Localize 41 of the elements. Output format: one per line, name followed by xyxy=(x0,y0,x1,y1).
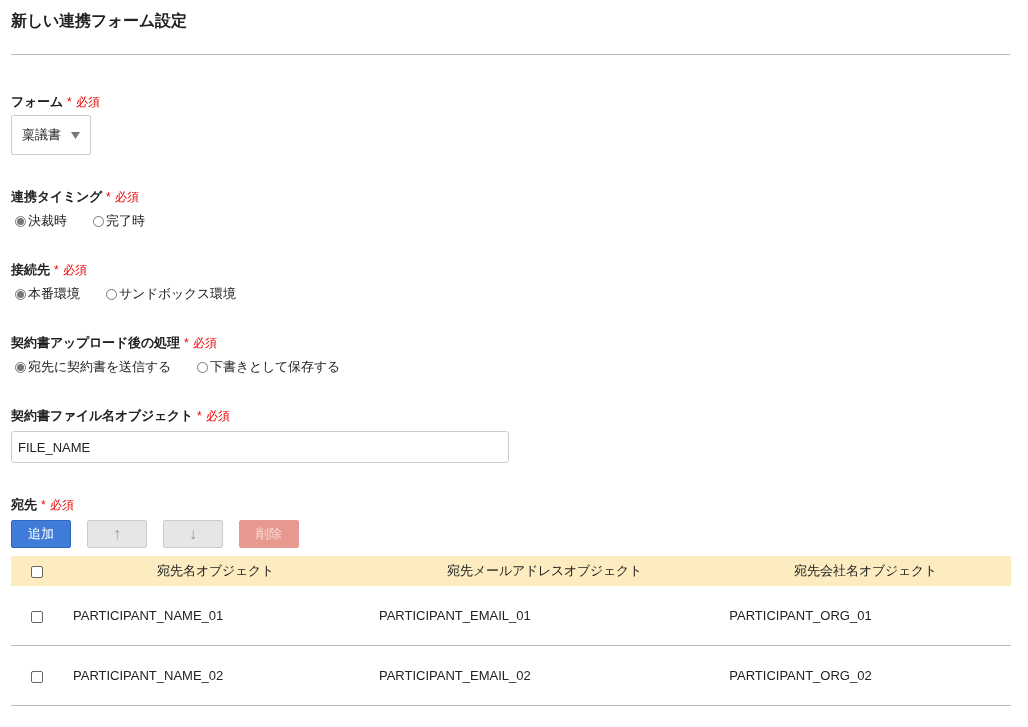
required-asterisk: * xyxy=(54,263,59,277)
table-cell: PARTICIPANT_NAME_01 xyxy=(73,608,224,623)
add-button[interactable]: 追加 xyxy=(11,520,71,548)
radio-option[interactable]: 本番環境 xyxy=(15,285,80,303)
radio-option[interactable]: 下書きとして保存する xyxy=(197,358,340,376)
field-label: 宛先 xyxy=(11,496,37,514)
row-checkbox[interactable] xyxy=(31,670,43,683)
field-label: 接続先 xyxy=(11,261,50,279)
field-label: フォーム xyxy=(11,93,63,111)
row-checkbox[interactable] xyxy=(31,610,43,623)
select-all-checkbox[interactable] xyxy=(31,566,43,579)
required-asterisk: * xyxy=(197,409,202,423)
radio-option[interactable]: 宛先に契約書を送信する xyxy=(15,358,171,376)
required-label: 必須 xyxy=(75,94,100,111)
column-header: 宛先メールアドレスオブジェクト xyxy=(446,563,642,578)
field-label: 連携タイミング xyxy=(11,188,102,206)
radio-option[interactable]: サンドボックス環境 xyxy=(106,285,236,303)
field-label: 契約書ファイル名オブジェクト xyxy=(11,407,193,425)
column-header: 宛先名オブジェクト xyxy=(157,563,275,578)
field-label: 契約書アップロード後の処理 xyxy=(11,334,180,352)
file-name-field[interactable]: FILE_NAME xyxy=(11,431,509,463)
table-cell: PARTICIPANT_ORG_02 xyxy=(729,668,872,683)
table-cell: PARTICIPANT_EMAIL_01 xyxy=(378,608,531,623)
radio-option[interactable]: 完了時 xyxy=(93,212,145,230)
table-cell: PARTICIPANT_ORG_01 xyxy=(729,608,872,623)
required-asterisk: * xyxy=(41,498,46,512)
form-dropdown[interactable]: 稟議書 xyxy=(11,115,91,155)
table-cell: PARTICIPANT_NAME_02 xyxy=(73,668,224,683)
required-label: 必須 xyxy=(114,189,139,206)
table-cell: PARTICIPANT_EMAIL_02 xyxy=(378,668,531,683)
required-asterisk: * xyxy=(184,336,189,350)
required-label: 必須 xyxy=(192,335,217,352)
required-label: 必須 xyxy=(62,262,87,279)
radio-option[interactable]: 決裁時 xyxy=(15,212,67,230)
required-asterisk: * xyxy=(67,95,72,109)
column-header: 宛先会社名オブジェクト xyxy=(793,563,937,578)
required-label: 必須 xyxy=(49,497,74,514)
caret-icon xyxy=(71,131,80,139)
required-asterisk: * xyxy=(106,190,111,204)
required-label: 必須 xyxy=(205,408,230,425)
page-title: 新しい連携フォーム設定 xyxy=(11,11,188,31)
